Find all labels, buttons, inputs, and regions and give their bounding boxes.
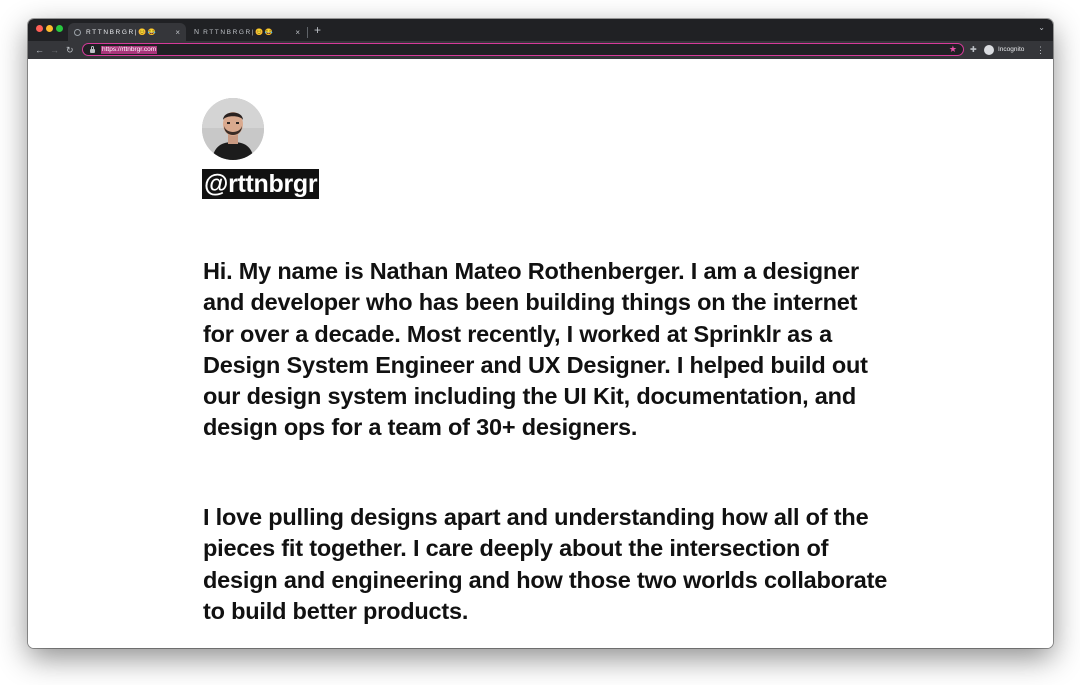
bio-paragraph: I love pulling designs apart and underst… bbox=[203, 504, 888, 624]
maximize-window-icon[interactable] bbox=[56, 25, 63, 32]
address-bar[interactable]: https://rttnbrgr.com ★ bbox=[82, 43, 964, 56]
tab-search-icon[interactable]: ⌄ bbox=[1038, 23, 1045, 32]
tab-divider bbox=[307, 27, 308, 38]
tab-strip: RTTNBRGR|😊😂 × N RTTNBRGR|😊😂 × + ⌄ bbox=[28, 19, 1053, 41]
minimize-window-icon[interactable] bbox=[46, 25, 53, 32]
globe-icon bbox=[74, 28, 81, 36]
browser-window: RTTNBRGR|😊😂 × N RTTNBRGR|😊😂 × + ⌄ ← → ↻ … bbox=[28, 19, 1053, 648]
avatar bbox=[202, 98, 264, 160]
tab-title: RTTNBRGR|😊😂 bbox=[203, 29, 275, 36]
tab-active[interactable]: RTTNBRGR|😊😂 × bbox=[68, 23, 186, 41]
lock-icon[interactable] bbox=[90, 45, 95, 53]
page-content: @rttnbrgr Hi. My name is Nathan Mateo Ro… bbox=[28, 59, 1053, 648]
tab-close-icon[interactable]: × bbox=[175, 28, 180, 37]
avatar-portrait bbox=[202, 98, 264, 160]
puzzle-icon[interactable]: ✚ bbox=[970, 44, 977, 56]
tab-close-icon[interactable]: × bbox=[295, 28, 300, 37]
reload-icon[interactable]: ↻ bbox=[66, 43, 74, 57]
site-handle[interactable]: @rttnbrgr bbox=[202, 169, 320, 199]
url-text[interactable]: https://rttnbrgr.com bbox=[101, 45, 158, 54]
kebab-menu-icon[interactable]: ⋮ bbox=[1036, 44, 1045, 56]
profile-label[interactable]: Incognito bbox=[998, 45, 1024, 55]
tab-title: RTTNBRGR|😊😂 bbox=[86, 29, 158, 36]
tab-inactive[interactable]: N RTTNBRGR|😊😂 × bbox=[188, 23, 306, 41]
new-tab-button[interactable]: + bbox=[314, 23, 321, 37]
close-window-icon[interactable] bbox=[36, 25, 43, 32]
incognito-icon[interactable] bbox=[984, 45, 994, 55]
favicon-icon: N bbox=[194, 28, 200, 36]
star-icon[interactable]: ★ bbox=[949, 44, 957, 55]
browser-toolbar: ← → ↻ https://rttnbrgr.com ★ ✚ Incognito… bbox=[28, 41, 1053, 59]
arrow-left-icon[interactable]: ← bbox=[35, 43, 44, 57]
bio-paragraph: Hi. My name is Nathan Mateo Rothenberger… bbox=[203, 258, 868, 441]
arrow-right-icon[interactable]: → bbox=[50, 43, 59, 57]
